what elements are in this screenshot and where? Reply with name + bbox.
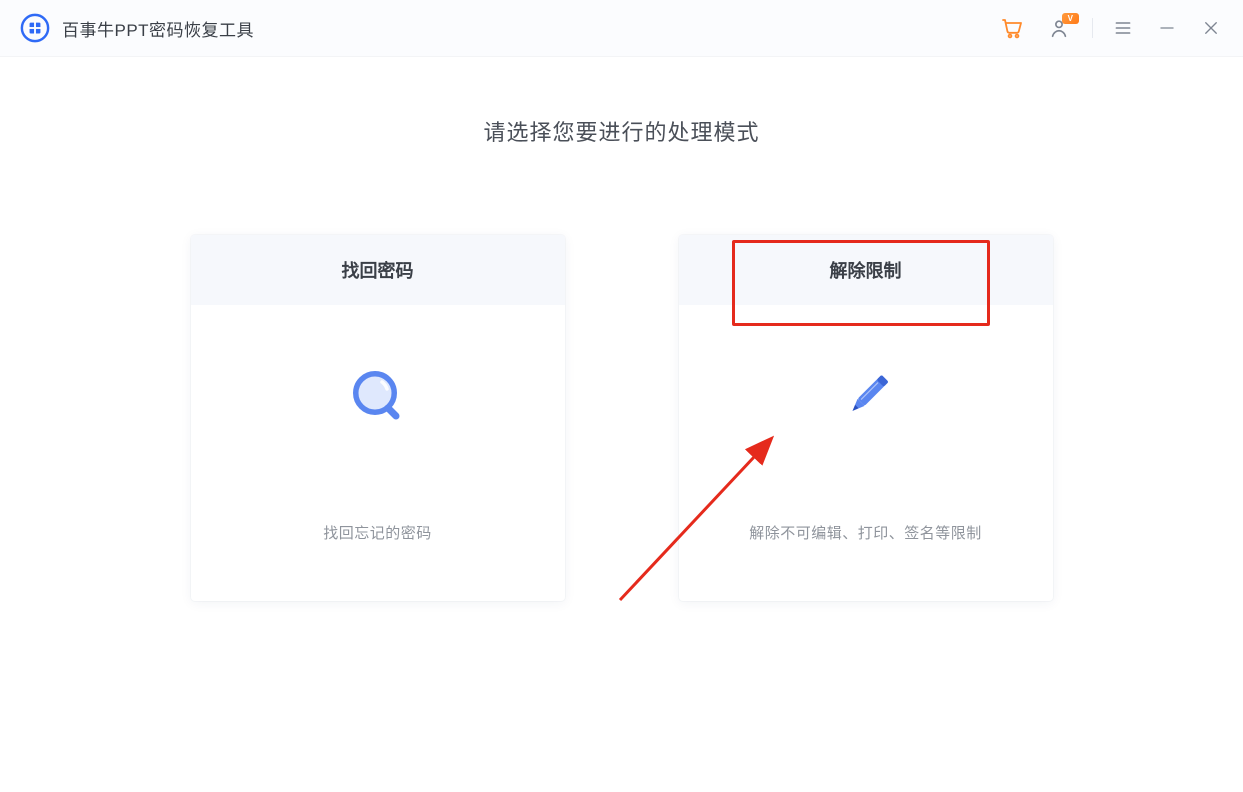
mode-card-desc: 找回忘记的密码 — [323, 522, 432, 543]
page-heading: 请选择您要进行的处理模式 — [0, 115, 1243, 147]
mode-card-unlock[interactable]: 解除限制 解除不可编辑、打印、签名等限制 — [679, 235, 1053, 601]
brand: 百事牛PPT密码恢复工具 — [20, 13, 254, 43]
mode-card-desc: 解除不可编辑、打印、签名等限制 — [749, 522, 982, 543]
mode-card-title: 解除限制 — [679, 235, 1053, 305]
app-logo-icon — [20, 13, 50, 43]
account-icon[interactable]: V — [1042, 14, 1076, 42]
menu-icon[interactable] — [1109, 14, 1137, 42]
mode-card-body: 找回忘记的密码 — [191, 305, 565, 601]
minimize-icon[interactable] — [1153, 14, 1181, 42]
pencil-icon — [834, 364, 898, 428]
header-actions: V — [998, 14, 1225, 42]
cart-icon[interactable] — [998, 14, 1026, 42]
app-header: 百事牛PPT密码恢复工具 V — [0, 0, 1243, 57]
mode-card-recover[interactable]: 找回密码 找回忘记的密码 — [191, 235, 565, 601]
mode-cards: 找回密码 找回忘记的密码 解除限制 — [0, 235, 1243, 601]
vip-badge: V — [1062, 13, 1079, 24]
main-area: 请选择您要进行的处理模式 找回密码 找回忘记的密码 解除限制 — [0, 57, 1243, 601]
app-title: 百事牛PPT密码恢复工具 — [62, 16, 254, 41]
mode-card-title: 找回密码 — [191, 235, 565, 305]
separator — [1092, 18, 1093, 38]
mode-card-body: 解除不可编辑、打印、签名等限制 — [679, 305, 1053, 601]
close-icon[interactable] — [1197, 14, 1225, 42]
magnifier-icon — [346, 364, 410, 428]
